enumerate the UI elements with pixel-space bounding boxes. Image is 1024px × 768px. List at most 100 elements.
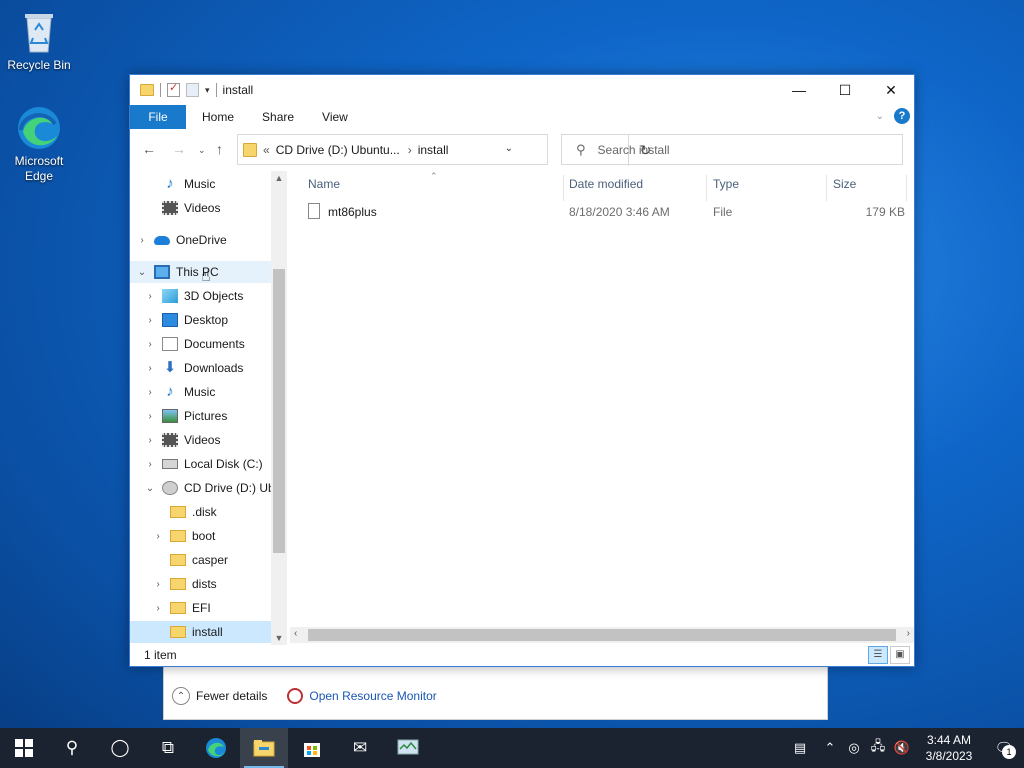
chevron-down-icon[interactable]: ⌄ — [136, 267, 148, 278]
quick-access-toolbar: ▾ — [130, 75, 217, 105]
sidebar-item-local-disk-c[interactable]: › Local Disk (C:) — [130, 453, 271, 475]
scrollbar-thumb[interactable] — [308, 629, 896, 641]
sidebar-item-onedrive[interactable]: › OneDrive — [130, 229, 271, 251]
sidebar-item-documents[interactable]: › Documents — [130, 333, 271, 355]
network-icon[interactable]: 🖧 — [866, 737, 890, 759]
sidebar-item-label: 3D Objects — [184, 289, 244, 303]
sidebar-item-label: install — [192, 625, 223, 639]
tab-share[interactable]: Share — [248, 105, 308, 129]
column-header-size[interactable]: Size — [833, 177, 856, 199]
breadcrumb-overflow[interactable]: « — [263, 143, 270, 157]
address-dropdown-icon[interactable]: ⌄ — [505, 143, 513, 154]
breadcrumb-current[interactable]: install — [418, 143, 449, 157]
sidebar-item-install[interactable]: install — [130, 621, 271, 643]
sidebar-item-casper[interactable]: casper — [130, 549, 271, 571]
horizontal-scrollbar[interactable]: ‹ › — [290, 627, 914, 643]
chevron-right-icon[interactable]: › — [144, 411, 156, 422]
chevron-right-icon[interactable]: › — [152, 531, 164, 542]
expand-ribbon-icon[interactable]: ⌄ — [876, 111, 884, 122]
sidebar-item-label: This PC — [176, 265, 219, 279]
file-explorer-window: ▾ install — ☐ ✕ File Home Share View ⌄ ?… — [129, 74, 915, 667]
desktop-icon-edge[interactable]: Microsoft Edge — [1, 104, 77, 184]
news-widget-icon[interactable]: ▤ — [782, 740, 818, 756]
customize-toolbar-icon[interactable]: ▾ — [205, 85, 210, 96]
chevron-down-icon[interactable]: ⌄ — [144, 483, 156, 494]
tab-home[interactable]: Home — [188, 105, 248, 129]
close-button[interactable]: ✕ — [868, 75, 914, 105]
fewer-details-link[interactable]: Fewer details — [196, 689, 267, 703]
sidebar-item-pictures[interactable]: › Pictures — [130, 405, 271, 427]
file-row[interactable]: mt86plus 8/18/2020 3:46 AM File 179 KB — [298, 201, 905, 223]
sidebar-item-efi[interactable]: › EFI — [130, 597, 271, 619]
up-arrow-icon[interactable]: ↑ — [216, 141, 223, 157]
recent-locations-icon[interactable]: ⌄ — [198, 145, 206, 156]
clock-time: 3:44 AM — [926, 733, 972, 747]
action-center-icon[interactable]: 🗨1 — [984, 739, 1024, 759]
maximize-button[interactable]: ☐ — [822, 75, 868, 105]
breadcrumb-root[interactable]: CD Drive (D:) Ubuntu... — [276, 143, 400, 157]
forward-arrow-icon[interactable]: → — [172, 141, 186, 157]
sidebar-item-desktop[interactable]: › Desktop — [130, 309, 271, 331]
sidebar-item-cd-drive-d-ub[interactable]: ⌄ CD Drive (D:) Ub — [130, 477, 275, 499]
sidebar-item-music[interactable]: › ♪ Music — [130, 381, 271, 403]
column-header-name[interactable]: Name — [308, 177, 340, 199]
chevron-right-icon[interactable]: › — [144, 315, 156, 326]
tab-file[interactable]: File — [130, 105, 186, 129]
chevron-right-icon[interactable]: › — [152, 603, 164, 614]
start-button[interactable] — [0, 728, 48, 768]
chevron-right-icon[interactable]: › — [136, 235, 148, 246]
sidebar-item-boot[interactable]: › boot — [130, 525, 271, 547]
sidebar-item-dists[interactable]: › dists — [130, 573, 271, 595]
task-view-icon[interactable]: ⧉ — [144, 728, 192, 768]
details-view-icon[interactable]: ☰ — [868, 646, 888, 664]
clock[interactable]: 3:44 AM 3/8/2023 — [914, 732, 984, 764]
show-hidden-icons-chevron-icon[interactable]: ⌃ — [818, 740, 842, 756]
new-folder-icon[interactable] — [186, 83, 199, 97]
chevron-right-icon[interactable]: › — [144, 339, 156, 350]
title-bar[interactable]: ▾ install — ☐ ✕ — [130, 75, 914, 105]
desktop-icon-recycle-bin[interactable]: Recycle Bin — [1, 8, 77, 73]
system-tray: ▤ ⌃ ◎ 🖧 🔇 3:44 AM 3/8/2023 🗨1 — [782, 728, 1024, 768]
chevron-right-icon[interactable]: › — [144, 459, 156, 470]
column-header-type[interactable]: Type — [713, 177, 739, 199]
chevron-right-icon[interactable]: › — [152, 579, 164, 590]
mouse-cursor-icon: ☝ — [201, 268, 211, 285]
sidebar-item-videos[interactable]: › Videos — [130, 429, 271, 451]
file-explorer-taskbar-icon[interactable] — [240, 728, 288, 768]
tab-view[interactable]: View — [308, 105, 362, 129]
mail-taskbar-icon[interactable]: ✉ — [336, 728, 384, 768]
meet-now-icon[interactable]: ◎ — [842, 740, 866, 756]
chevron-up-icon[interactable]: ⌃ — [172, 687, 190, 705]
search-taskbar-icon[interactable]: ⚲ — [48, 728, 96, 768]
minimize-button[interactable]: — — [776, 75, 822, 105]
chevron-right-icon[interactable]: › — [144, 435, 156, 446]
sidebar-item-videos[interactable]: Videos — [130, 197, 271, 219]
sidebar-item-3d-objects[interactable]: › 3D Objects — [130, 285, 271, 307]
large-icons-view-icon[interactable]: ▣ — [890, 646, 910, 664]
sidebar-item-downloads[interactable]: › ⬇ Downloads — [130, 357, 271, 379]
address-bar[interactable]: « CD Drive (D:) Ubuntu... › install ⌄ ↻ — [237, 134, 651, 166]
cortana-icon[interactable]: ◯ — [96, 728, 144, 768]
nav-pane-scrollbar[interactable]: ▲ ▼ — [271, 171, 287, 645]
edge-taskbar-icon[interactable] — [192, 728, 240, 768]
store-taskbar-icon[interactable] — [288, 728, 336, 768]
back-arrow-icon[interactable]: ← — [142, 141, 156, 157]
open-resource-monitor-link[interactable]: Open Resource Monitor — [309, 689, 436, 703]
column-header-date-modified[interactable]: Date modified — [569, 177, 643, 199]
volume-muted-icon[interactable]: 🔇 — [890, 740, 914, 756]
chevron-right-icon[interactable]: › — [144, 387, 156, 398]
properties-icon[interactable] — [167, 81, 180, 97]
sidebar-item-label: .disk — [192, 505, 217, 519]
folder-icon — [170, 602, 186, 614]
chevron-right-icon[interactable]: › — [144, 291, 156, 302]
scrollbar-thumb[interactable] — [273, 269, 285, 553]
sidebar-item-music[interactable]: ♪ Music — [130, 173, 271, 195]
search-box[interactable]: ⚲ Search install — [561, 134, 903, 165]
help-icon[interactable]: ? — [894, 108, 910, 124]
local-disk-icon — [162, 459, 178, 469]
sidebar-item-label: EFI — [192, 601, 211, 615]
chevron-right-icon[interactable]: › — [408, 143, 412, 157]
sidebar-item-disk[interactable]: .disk — [130, 501, 271, 523]
chevron-right-icon[interactable]: › — [144, 363, 156, 374]
task-manager-taskbar-icon[interactable] — [384, 728, 432, 768]
